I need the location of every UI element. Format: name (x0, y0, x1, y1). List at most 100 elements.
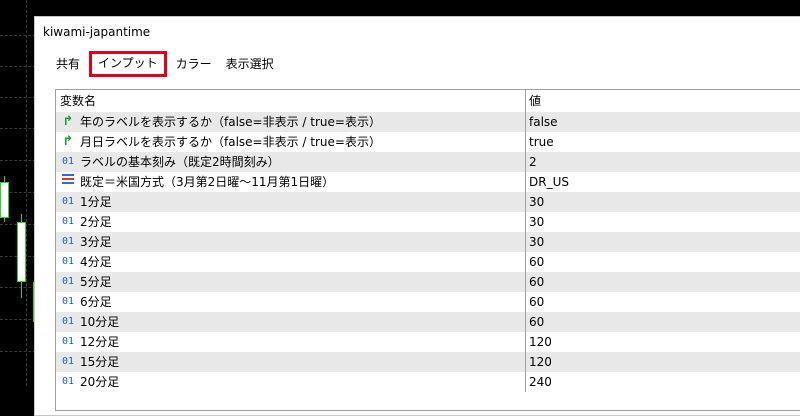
int-icon: 01 (61, 196, 75, 207)
parameter-name: 4分足 (80, 255, 112, 269)
inputs-table: 変数名 値 ↱ 年のラベルを表示するか（false=非表示 / true=表示） f… (55, 89, 800, 411)
parameter-name: 月日ラベルを表示するか（false=非表示 / true=表示） (80, 135, 381, 149)
parameter-name-cell: 01 2分足 (56, 212, 526, 232)
parameter-name-cell: 01 10分足 (56, 312, 526, 332)
properties-dialog: kiwami-japantime 共有 インプット カラー 表示選択 変数名 値… (34, 16, 800, 416)
parameter-value-cell[interactable]: 240 (526, 372, 800, 392)
parameter-name: 20分足 (80, 375, 120, 389)
tab-common[interactable]: 共有 (49, 53, 87, 75)
int-icon: 01 (61, 236, 75, 247)
parameter-name-cell: 01 20分足 (56, 372, 526, 392)
table-row[interactable]: ↱ 年のラベルを表示するか（false=非表示 / true=表示） false (56, 112, 800, 132)
parameter-value-cell[interactable]: 2 (526, 152, 800, 172)
parameter-name: 1分足 (80, 195, 112, 209)
parameter-value-cell[interactable]: 60 (526, 252, 800, 272)
int-icon: 01 (61, 276, 75, 287)
table-row[interactable]: 01 6分足 60 (56, 292, 800, 312)
grid-line (0, 35, 36, 36)
table-row[interactable]: 01 15分足 120 (56, 352, 800, 372)
parameter-name: 5分足 (80, 275, 112, 289)
grid-line (0, 319, 36, 320)
table-row[interactable]: 01 12分足 120 (56, 332, 800, 352)
enum-icon (60, 172, 76, 192)
table-row[interactable]: 01 10分足 60 (56, 312, 800, 332)
int-icon: 01 (61, 336, 75, 347)
parameter-value-cell[interactable]: true (526, 132, 800, 152)
table-body: ↱ 年のラベルを表示するか（false=非表示 / true=表示） false ↱ 月… (56, 112, 800, 392)
tab-bar: 共有 インプット カラー 表示選択 (35, 51, 281, 77)
parameter-value-cell[interactable]: 30 (526, 232, 800, 252)
parameter-value-cell[interactable]: 120 (526, 352, 800, 372)
candle (17, 222, 26, 282)
parameter-name: 6分足 (80, 295, 112, 309)
table-row[interactable]: 01 4分足 60 (56, 252, 800, 272)
parameter-value: false (529, 115, 558, 129)
tab-colors[interactable]: カラー (169, 53, 219, 75)
parameter-value-cell[interactable]: 30 (526, 192, 800, 212)
parameter-value: 60 (529, 275, 545, 289)
parameter-name: 3分足 (80, 235, 112, 249)
parameter-value: DR_US (529, 175, 569, 189)
parameter-value-cell[interactable]: DR_US (526, 172, 800, 192)
title-bar[interactable]: kiwami-japantime (35, 17, 800, 47)
grid-line (0, 97, 36, 98)
parameter-value-cell[interactable]: 30 (526, 212, 800, 232)
window-title: kiwami-japantime (43, 25, 151, 39)
grid-line (0, 351, 36, 352)
int-icon: 01 (61, 376, 75, 387)
tab-inputs[interactable]: インプット (89, 51, 167, 77)
parameter-value-cell[interactable]: 60 (526, 272, 800, 292)
parameter-name: 既定＝米国方式（3月第2日曜〜11月第1日曜） (80, 175, 335, 189)
column-header-value-label: 値 (529, 94, 542, 108)
parameter-name-cell: 01 5分足 (56, 272, 526, 292)
parameter-name-cell: 既定＝米国方式（3月第2日曜〜11月第1日曜） (56, 172, 526, 192)
parameter-value: 30 (529, 195, 545, 209)
parameter-value: 30 (529, 235, 545, 249)
parameter-name-cell: 01 4分足 (56, 252, 526, 272)
bool-icon: ↱ (62, 134, 74, 149)
table-row[interactable]: ↱ 月日ラベルを表示するか（false=非表示 / true=表示） true (56, 132, 800, 152)
int-icon: 01 (61, 216, 75, 227)
parameter-value: true (529, 135, 554, 149)
parameter-name-cell: ↱ 年のラベルを表示するか（false=非表示 / true=表示） (56, 112, 526, 132)
table-row[interactable]: 01 3分足 30 (56, 232, 800, 252)
int-icon: 01 (61, 156, 75, 167)
column-header-value[interactable]: 値 (526, 90, 800, 112)
parameter-name: 10分足 (80, 315, 120, 329)
parameter-name: ラベルの基本刻み（既定2時間刻み） (80, 155, 280, 169)
column-header-name-label: 変数名 (60, 94, 97, 108)
candle (0, 182, 9, 218)
parameter-name-cell: 01 15分足 (56, 352, 526, 372)
parameter-value: 60 (529, 295, 545, 309)
parameter-name: 年のラベルを表示するか（false=非表示 / true=表示） (80, 115, 381, 129)
parameter-name-cell: 01 3分足 (56, 232, 526, 252)
int-icon: 01 (61, 296, 75, 307)
table-row[interactable]: 既定＝米国方式（3月第2日曜〜11月第1日曜） DR_US (56, 172, 800, 192)
grid-line (0, 66, 36, 67)
table-row[interactable]: 01 ラベルの基本刻み（既定2時間刻み） 2 (56, 152, 800, 172)
parameter-name-cell: 01 12分足 (56, 332, 526, 352)
parameter-value-cell[interactable]: false (526, 112, 800, 132)
table-row[interactable]: 01 1分足 30 (56, 192, 800, 212)
parameter-value: 120 (529, 335, 552, 349)
parameter-value-cell[interactable]: 60 (526, 292, 800, 312)
table-header: 変数名 値 (56, 90, 800, 112)
int-icon: 01 (61, 316, 75, 327)
table-row[interactable]: 01 2分足 30 (56, 212, 800, 232)
parameter-value-cell[interactable]: 120 (526, 332, 800, 352)
parameter-value-cell[interactable]: 60 (526, 312, 800, 332)
grid-line (26, 0, 27, 386)
table-row[interactable]: 01 20分足 240 (56, 372, 800, 392)
parameter-value: 60 (529, 315, 545, 329)
parameter-name-cell: ↱ 月日ラベルを表示するか（false=非表示 / true=表示） (56, 132, 526, 152)
parameter-name-cell: 01 6分足 (56, 292, 526, 312)
parameter-value: 240 (529, 375, 552, 389)
parameter-value: 120 (529, 355, 552, 369)
parameter-name-cell: 01 1分足 (56, 192, 526, 212)
table-row[interactable]: 01 5分足 60 (56, 272, 800, 292)
parameter-name-cell: 01 ラベルの基本刻み（既定2時間刻み） (56, 152, 526, 172)
column-header-name[interactable]: 変数名 (56, 90, 526, 112)
grid-line (0, 287, 36, 288)
tab-visualization[interactable]: 表示選択 (219, 53, 281, 75)
parameter-name: 2分足 (80, 215, 112, 229)
